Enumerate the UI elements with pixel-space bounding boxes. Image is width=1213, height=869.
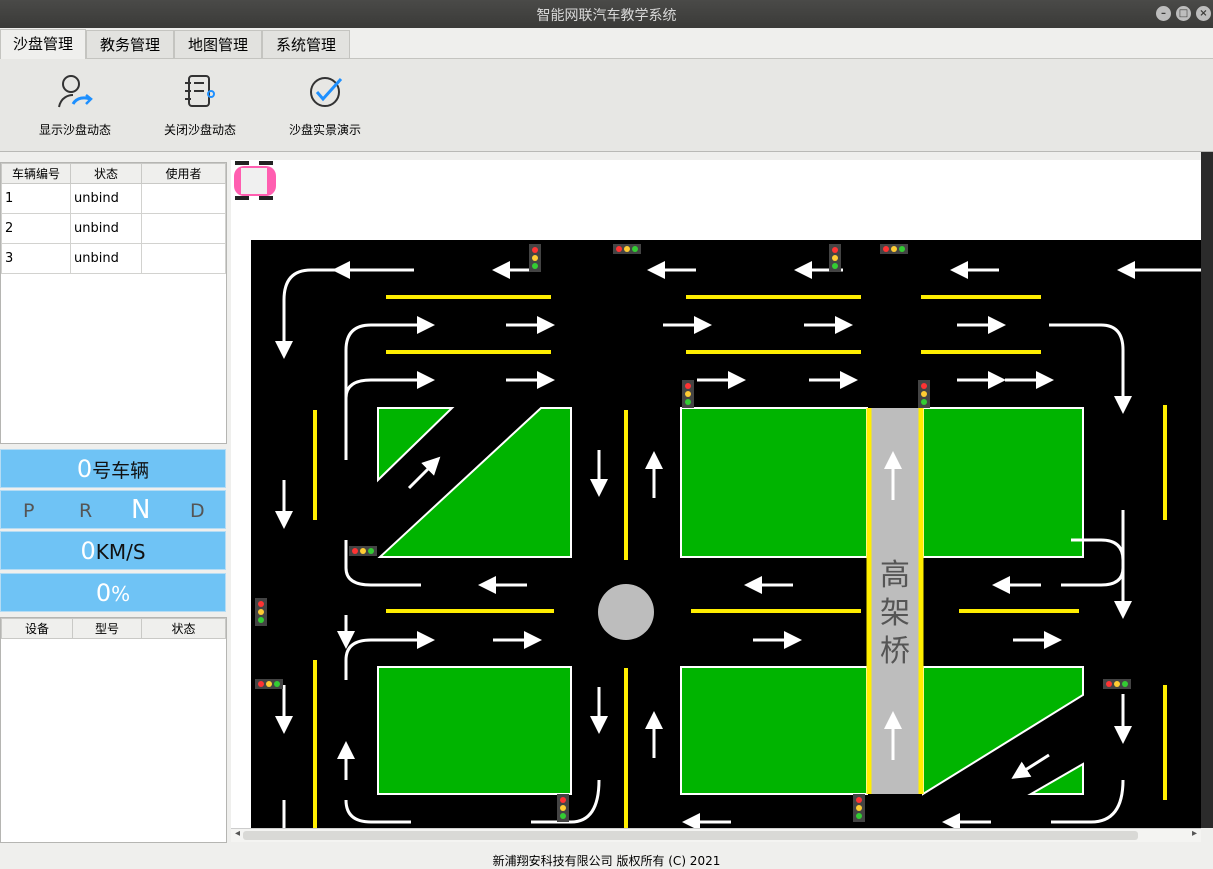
toolbar: 显示沙盘动态 关闭沙盘动态 沙盘实景演示	[0, 59, 1213, 152]
green-block	[922, 407, 1084, 558]
vehicle-user-cell[interactable]	[141, 213, 226, 244]
car-icon[interactable]	[234, 161, 276, 200]
demo-sandbox-label: 沙盘实景演示	[288, 123, 361, 137]
speed-value: 0	[80, 537, 96, 565]
horizontal-scrollbar[interactable]: ◂ ▸	[231, 828, 1201, 842]
traffic-light-icon[interactable]	[255, 598, 267, 626]
demo-sandbox-button[interactable]: 沙盘实景演示	[280, 71, 370, 138]
column-header-vehicle-id[interactable]: 车辆编号	[1, 163, 71, 184]
speed-unit: KM/S	[95, 540, 146, 564]
bridge-label: 高架桥	[880, 558, 910, 669]
vehicle-table-panel: 车辆编号 状态 使用者 1 unbind 2 unbind 3 unbind	[0, 162, 227, 444]
sandbox-map-view[interactable]: 高架桥	[231, 160, 1201, 828]
scrollbar-thumb[interactable]	[243, 831, 1138, 840]
device-table-panel: 设备 型号 状态	[0, 617, 227, 843]
scroll-right-icon[interactable]: ▸	[1192, 828, 1197, 839]
check-circle-icon	[310, 77, 343, 107]
tab-academic[interactable]: 教务管理	[86, 30, 174, 58]
vehicle-user-cell[interactable]	[141, 183, 226, 214]
green-block	[377, 666, 572, 795]
traffic-light-icon[interactable]	[529, 244, 541, 272]
vehicle-id-cell[interactable]: 3	[1, 243, 71, 274]
traffic-light-icon[interactable]	[682, 380, 694, 408]
sandbox-map[interactable]: 高架桥	[231, 160, 1201, 828]
menu-bar: 沙盘管理 教务管理 地图管理 系统管理	[0, 28, 1213, 59]
green-block	[680, 407, 868, 558]
gear-p: P	[23, 500, 35, 522]
window-title: 智能网联汽车教学系统	[536, 8, 677, 24]
close-icon[interactable]: ×	[1196, 6, 1211, 21]
gear-n-active: N	[131, 495, 151, 525]
vehicle-number-display: 0号车辆	[0, 449, 226, 488]
vehicle-table: 车辆编号 状态 使用者 1 unbind 2 unbind 3 unbind	[1, 163, 226, 274]
vehicle-status-cell[interactable]: unbind	[70, 213, 142, 244]
traffic-light-icon[interactable]	[1103, 679, 1131, 689]
vehicle-id-cell[interactable]: 1	[1, 183, 71, 214]
percent-unit: %	[111, 582, 131, 606]
green-block	[680, 666, 868, 795]
gear-r: R	[79, 500, 93, 522]
traffic-light-icon[interactable]	[853, 794, 865, 822]
device-table: 设备 型号 状态	[1, 618, 226, 639]
traffic-light-icon[interactable]	[557, 794, 569, 822]
gear-d: D	[190, 500, 205, 522]
vehicle-user-cell[interactable]	[141, 243, 226, 274]
minimize-icon[interactable]: –	[1156, 6, 1171, 21]
traffic-light-icon[interactable]	[918, 380, 930, 408]
notebook-icon	[185, 75, 215, 107]
tab-system[interactable]: 系统管理	[262, 30, 350, 58]
column-header-model[interactable]: 型号	[72, 618, 142, 639]
column-header-status[interactable]: 状态	[70, 163, 142, 184]
column-header-device[interactable]: 设备	[1, 618, 73, 639]
traffic-light-icon[interactable]	[880, 244, 908, 254]
close-sandbox-button[interactable]: 关闭沙盘动态	[155, 71, 245, 138]
gear-display: P R N D	[0, 490, 226, 529]
show-sandbox-button[interactable]: 显示沙盘动态	[30, 71, 120, 138]
traffic-light-icon[interactable]	[349, 546, 377, 556]
vehicle-number-value: 0	[76, 455, 93, 483]
vehicle-number-suffix: 号车辆	[92, 460, 150, 482]
footer-copyright: 新浦翔安科技有限公司 版权所有 (C) 2021	[492, 854, 721, 868]
vehicle-status-cell[interactable]: unbind	[70, 183, 142, 214]
traffic-light-icon[interactable]	[255, 679, 283, 689]
traffic-light-icon[interactable]	[829, 244, 841, 272]
show-sandbox-label: 显示沙盘动态	[38, 123, 111, 137]
vehicle-status-cell[interactable]: unbind	[70, 243, 142, 274]
percent-display: 0%	[0, 573, 226, 612]
vehicle-id-cell[interactable]: 2	[1, 213, 71, 244]
scroll-left-icon[interactable]: ◂	[235, 828, 240, 839]
roundabout	[598, 584, 654, 640]
tab-sandbox[interactable]: 沙盘管理	[0, 29, 86, 59]
user-arrow-icon	[58, 75, 93, 108]
close-sandbox-label: 关闭沙盘动态	[163, 123, 236, 137]
percent-value: 0	[95, 579, 112, 607]
column-header-user[interactable]: 使用者	[141, 163, 226, 184]
vertical-scrollbar[interactable]	[1201, 152, 1213, 828]
title-bar: 智能网联汽车教学系统 – □ ×	[0, 0, 1213, 28]
speed-display: 0KM/S	[0, 531, 226, 570]
table-row[interactable]: 3 unbind	[1, 243, 226, 274]
tab-map[interactable]: 地图管理	[174, 30, 262, 58]
table-row[interactable]: 1 unbind	[1, 183, 226, 214]
table-row[interactable]: 2 unbind	[1, 213, 226, 244]
maximize-icon[interactable]: □	[1176, 6, 1191, 21]
traffic-light-icon[interactable]	[613, 244, 641, 254]
column-header-device-status[interactable]: 状态	[141, 618, 226, 639]
